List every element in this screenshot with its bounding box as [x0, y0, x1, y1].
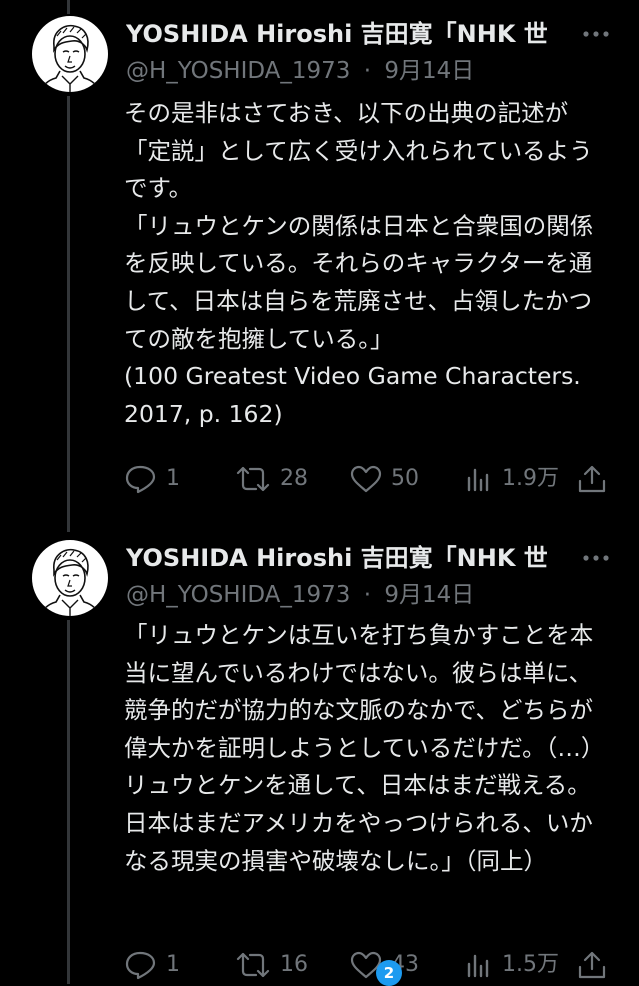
tweet-text: その是非はさておき、以下の出典の記述が「定説」として広く受け入れられているようで…	[124, 99, 594, 428]
retweet-icon	[236, 952, 270, 978]
views-count: 1.5万	[502, 952, 559, 977]
reply-count: 1	[166, 466, 180, 491]
retweet-button[interactable]: 16	[234, 947, 334, 983]
more-options-icon	[583, 555, 609, 561]
tweet-date[interactable]: 9月14日	[384, 582, 474, 608]
tweet-header: YOSHIDA Hiroshi 吉田寛「NHK 世	[126, 17, 639, 51]
portrait-sketch-icon	[39, 548, 101, 616]
share-icon	[578, 951, 606, 979]
tweet-meta: @H_YOSHIDA_1973 · 9月14日	[126, 55, 474, 87]
meta-separator: ·	[363, 582, 372, 608]
views-count: 1.9万	[502, 466, 559, 491]
share-button[interactable]	[576, 461, 610, 497]
meta-separator: ·	[363, 58, 372, 84]
author-handle[interactable]: @H_YOSHIDA_1973	[126, 582, 350, 608]
retweet-icon	[236, 466, 270, 492]
tweet-meta: @H_YOSHIDA_1973 · 9月14日	[126, 579, 474, 611]
tweet-date[interactable]: 9月14日	[384, 58, 474, 84]
like-button[interactable]: 50	[349, 461, 449, 497]
portrait-sketch-icon	[39, 24, 101, 92]
views-chart-icon	[467, 954, 489, 978]
like-count: 50	[391, 466, 419, 491]
author-name[interactable]: YOSHIDA Hiroshi 吉田寛「NHK 世	[126, 541, 560, 575]
tweet-text: 「リュウとケンは互いを打ち負かすことを本当に望んでいるわけではない。彼らは単に、…	[124, 621, 594, 875]
reply-button[interactable]: 1	[124, 461, 194, 497]
avatar[interactable]	[32, 16, 108, 92]
retweet-count: 16	[280, 952, 308, 977]
reply-button[interactable]: 1	[124, 947, 194, 983]
tweet-actions: 1 28 50 1.9万	[124, 461, 614, 497]
notification-badge[interactable]: 2	[376, 960, 402, 986]
views-button[interactable]: 1.9万	[464, 461, 564, 497]
reply-icon	[125, 951, 156, 980]
share-icon	[578, 465, 606, 493]
more-options-button[interactable]	[578, 541, 618, 575]
share-button[interactable]	[576, 947, 610, 983]
retweet-button[interactable]: 28	[234, 461, 334, 497]
tweet-actions: 1 16 43 1.5万	[124, 947, 614, 983]
tweet[interactable]: YOSHIDA Hiroshi 吉田寛「NHK 世 @H_YOSHIDA_197…	[0, 0, 639, 530]
views-button[interactable]: 1.5万	[464, 947, 564, 983]
author-handle[interactable]: @H_YOSHIDA_1973	[126, 58, 350, 84]
more-options-icon	[583, 31, 609, 37]
more-options-button[interactable]	[578, 17, 618, 51]
views-chart-icon	[467, 468, 489, 492]
tweet[interactable]: YOSHIDA Hiroshi 吉田寛「NHK 世 @H_YOSHIDA_197…	[0, 530, 639, 984]
reply-count: 1	[166, 952, 180, 977]
retweet-count: 28	[280, 466, 308, 491]
tweet-header: YOSHIDA Hiroshi 吉田寛「NHK 世	[126, 541, 639, 575]
heart-icon	[350, 465, 382, 493]
reply-icon	[125, 465, 156, 494]
avatar[interactable]	[32, 540, 108, 616]
author-name[interactable]: YOSHIDA Hiroshi 吉田寛「NHK 世	[126, 17, 560, 51]
